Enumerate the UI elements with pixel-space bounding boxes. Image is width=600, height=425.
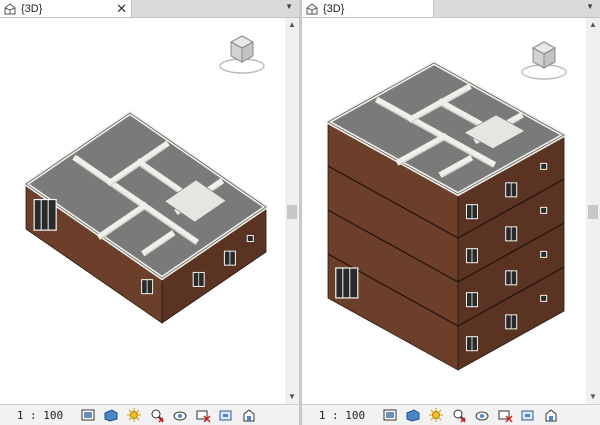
scroll-down-icon[interactable]: ▼ bbox=[285, 390, 299, 404]
scroll-up-icon[interactable]: ▲ bbox=[586, 18, 600, 32]
view-cube[interactable] bbox=[521, 41, 567, 80]
scroll-down-icon[interactable]: ▼ bbox=[586, 390, 600, 404]
show-crop-region-icon[interactable] bbox=[520, 407, 536, 423]
crop-view-icon[interactable] bbox=[195, 407, 211, 423]
window bbox=[540, 206, 548, 214]
show-crop-region-icon[interactable] bbox=[218, 407, 234, 423]
unlock-3d-view-icon[interactable] bbox=[241, 407, 257, 423]
chevron-down-icon[interactable]: ▼ bbox=[586, 2, 594, 11]
model-graphics-style-icon[interactable] bbox=[382, 407, 398, 423]
3d-viewport[interactable] bbox=[302, 18, 586, 404]
shadows-icon[interactable] bbox=[405, 407, 421, 423]
temporary-hide-isolate-icon[interactable] bbox=[451, 407, 467, 423]
3d-house-icon bbox=[306, 2, 318, 15]
view-control-bar: 1 : 100 bbox=[302, 404, 600, 425]
3d-viewport[interactable] bbox=[0, 18, 285, 404]
view-scale[interactable]: 1 : 100 bbox=[0, 409, 80, 422]
tab-bar: {3D} ✕ ▼ bbox=[0, 0, 299, 18]
scrollbar-thumb[interactable] bbox=[287, 205, 297, 219]
entrance-door bbox=[335, 267, 359, 299]
unlock-3d-view-icon[interactable] bbox=[543, 407, 559, 423]
sun-path-icon[interactable] bbox=[428, 407, 444, 423]
close-icon[interactable]: ✕ bbox=[116, 1, 127, 16]
window bbox=[246, 235, 254, 243]
reveal-hidden-elements-icon[interactable] bbox=[474, 407, 490, 423]
scroll-up-icon[interactable]: ▲ bbox=[285, 18, 299, 32]
view-scale[interactable]: 1 : 100 bbox=[302, 409, 382, 422]
reveal-hidden-elements-icon[interactable] bbox=[172, 407, 188, 423]
scrollbar-thumb[interactable] bbox=[588, 205, 598, 219]
right-3d-view-pane: {3D} ▼ ▲ ▼ 1 : 100 bbox=[302, 0, 600, 425]
window bbox=[540, 250, 548, 258]
3d-house-icon bbox=[4, 2, 16, 15]
view-cube[interactable] bbox=[219, 35, 265, 74]
tab-title: {3D} bbox=[21, 2, 43, 15]
chevron-down-icon[interactable]: ▼ bbox=[285, 2, 293, 11]
tab-title: {3D} bbox=[323, 2, 345, 15]
sun-path-icon[interactable] bbox=[126, 407, 142, 423]
window bbox=[540, 162, 548, 170]
model-graphics-style-icon[interactable] bbox=[80, 407, 96, 423]
tab-bar: {3D} ▼ bbox=[302, 0, 600, 18]
building-model bbox=[22, 110, 270, 324]
entrance-door bbox=[33, 198, 57, 231]
vertical-scrollbar[interactable]: ▲ ▼ bbox=[586, 18, 600, 404]
vertical-scrollbar[interactable]: ▲ ▼ bbox=[285, 18, 299, 404]
tab-3d-view[interactable]: {3D} ✕ bbox=[0, 0, 132, 17]
view-control-bar: 1 : 100 bbox=[0, 404, 299, 425]
tab-3d-view[interactable]: {3D} bbox=[302, 0, 434, 17]
shadows-icon[interactable] bbox=[103, 407, 119, 423]
building-model bbox=[323, 60, 569, 371]
window bbox=[540, 294, 548, 302]
temporary-hide-isolate-icon[interactable] bbox=[149, 407, 165, 423]
left-3d-view-pane: {3D} ✕ ▼ ▲ ▼ 1 : 100 bbox=[0, 0, 299, 425]
crop-view-icon[interactable] bbox=[497, 407, 513, 423]
